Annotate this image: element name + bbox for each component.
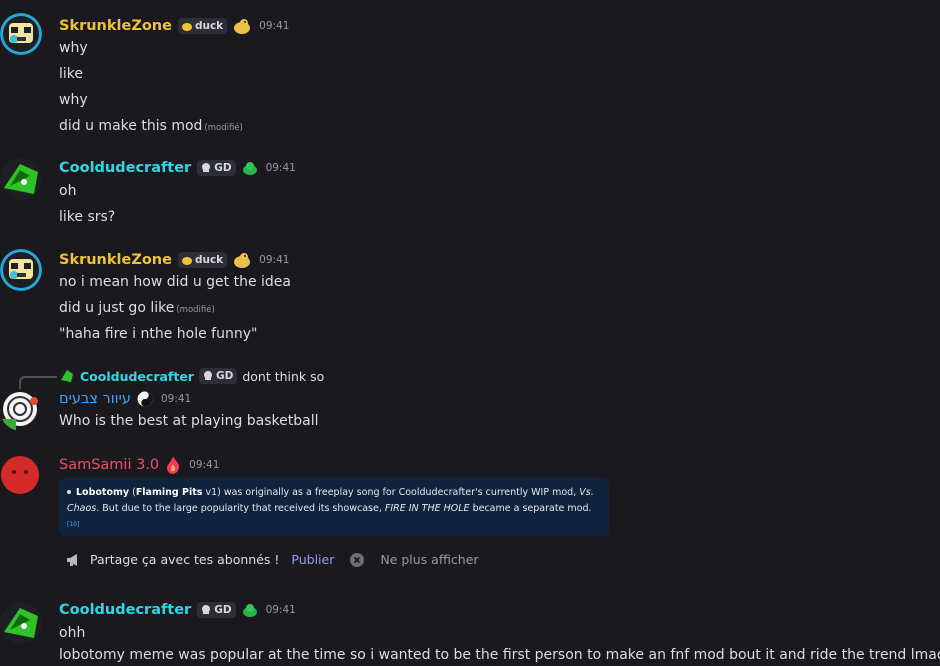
bullet xyxy=(67,489,71,494)
avatar-skrunklezone[interactable] xyxy=(0,249,42,291)
message-header: עיוור צבעים 09:41 xyxy=(59,391,191,407)
slime-badge-icon xyxy=(242,604,257,617)
duck-badge-icon xyxy=(234,19,251,34)
avatar-cooldudecrafter[interactable] xyxy=(0,158,42,200)
message-line: ohh xyxy=(59,625,86,641)
message-line: lobotomy meme was popular at the time so… xyxy=(59,647,940,663)
message-header: Cooldudecrafter GD 09:41 xyxy=(59,602,296,618)
message-header: SkrunkleZone duck 09:41 xyxy=(59,251,289,269)
message-line: why xyxy=(59,92,88,108)
message-header: SkrunkleZone duck 09:41 xyxy=(59,17,289,35)
reply-text: dont think so xyxy=(242,368,325,384)
message-line: why xyxy=(59,40,88,56)
reply-preview[interactable]: Cooldudecrafter GD dont think so xyxy=(59,368,324,384)
message-text: did u make this mod xyxy=(59,118,203,134)
flame-icon xyxy=(167,456,180,474)
message-line: like xyxy=(59,66,84,82)
username[interactable]: SkrunkleZone xyxy=(59,18,172,34)
skull-icon xyxy=(202,605,211,614)
dismiss-button[interactable]: Ne plus afficher xyxy=(380,552,478,567)
guild-tag[interactable]: duck xyxy=(177,252,228,268)
guild-tag: GD xyxy=(198,368,238,384)
publish-button[interactable]: Publier xyxy=(291,552,334,567)
username[interactable]: Cooldudecrafter xyxy=(59,602,191,618)
guild-tag[interactable]: GD xyxy=(197,160,236,176)
message-header: SamSamii 3.0 09:41 xyxy=(59,456,219,474)
guild-tag[interactable]: duck xyxy=(177,18,228,34)
edited-label: (modifié) xyxy=(204,123,243,133)
timestamp[interactable]: 09:41 xyxy=(161,393,191,405)
avatar-skrunklezone[interactable] xyxy=(0,13,42,55)
timestamp[interactable]: 09:41 xyxy=(266,604,296,616)
message-line: oh xyxy=(59,183,77,199)
username[interactable]: עיוור צבעים xyxy=(59,391,131,407)
duck-icon xyxy=(181,256,192,265)
message-text: did u just go like xyxy=(59,300,175,316)
duck-badge-icon xyxy=(234,253,251,268)
username[interactable]: Cooldudecrafter xyxy=(59,160,191,176)
avatar-samsamii[interactable] xyxy=(0,455,42,497)
message-line: like srs? xyxy=(59,209,116,225)
guild-tag[interactable]: GD xyxy=(197,602,236,618)
message-line: did u just go like (modifié) xyxy=(59,300,215,316)
reply-avatar-icon xyxy=(59,368,75,384)
username[interactable]: SkrunkleZone xyxy=(59,252,172,268)
avatar-cooldudecrafter[interactable] xyxy=(0,602,42,644)
reply-author[interactable]: Cooldudecrafter xyxy=(80,369,194,384)
quote-embed: Lobotomy (Flaming Pits v1) was originall… xyxy=(59,478,609,536)
message-line: Who is the best at playing basketball xyxy=(59,413,319,429)
message-header: Cooldudecrafter GD 09:41 xyxy=(59,160,296,176)
message-line: did u make this mod (modifié) xyxy=(59,118,243,134)
citation-link[interactable]: [10] xyxy=(67,521,79,528)
close-icon[interactable] xyxy=(350,552,365,567)
edited-label: (modifié) xyxy=(176,305,215,315)
yin-yang-icon xyxy=(137,391,153,407)
username[interactable]: SamSamii 3.0 xyxy=(59,457,159,473)
timestamp[interactable]: 09:41 xyxy=(259,254,289,266)
avatar-hebrew-user[interactable] xyxy=(0,389,42,431)
share-text: Partage ça avec tes abonnés ! xyxy=(90,552,280,567)
message-line: "haha fire i nthe hole funny" xyxy=(59,326,258,342)
slime-badge-icon xyxy=(242,162,257,175)
message-line: no i mean how did u get the idea xyxy=(59,274,291,290)
duck-icon xyxy=(181,22,192,31)
timestamp[interactable]: 09:41 xyxy=(266,162,296,174)
skull-icon xyxy=(203,371,212,380)
share-prompt: Partage ça avec tes abonnés ! Publier Ne… xyxy=(66,552,479,567)
timestamp[interactable]: 09:41 xyxy=(189,459,219,471)
megaphone-icon xyxy=(67,553,77,566)
skull-icon xyxy=(202,163,211,172)
timestamp[interactable]: 09:41 xyxy=(259,20,289,32)
